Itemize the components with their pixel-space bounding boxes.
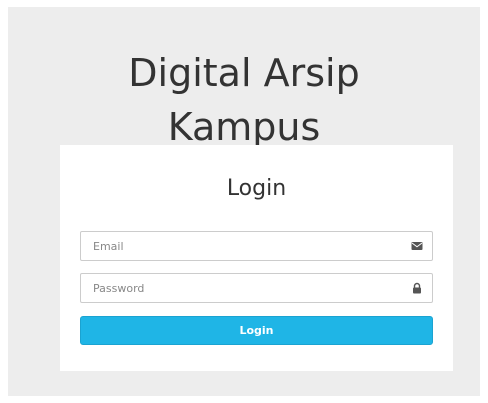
app-title: Digital Arsip Kampus bbox=[8, 46, 480, 154]
login-heading: Login bbox=[226, 176, 287, 201]
email-field[interactable] bbox=[80, 231, 433, 261]
app-title-line-1: Digital Arsip bbox=[128, 51, 360, 96]
login-card: Login Login bbox=[60, 145, 453, 371]
login-button[interactable]: Login bbox=[80, 316, 433, 345]
password-field[interactable] bbox=[80, 273, 433, 303]
password-input[interactable] bbox=[81, 274, 393, 302]
email-input[interactable] bbox=[81, 232, 393, 260]
lock-icon bbox=[413, 282, 421, 294]
envelope-icon bbox=[411, 242, 423, 250]
page-background: Digital Arsip Kampus Login Login bbox=[8, 7, 480, 396]
